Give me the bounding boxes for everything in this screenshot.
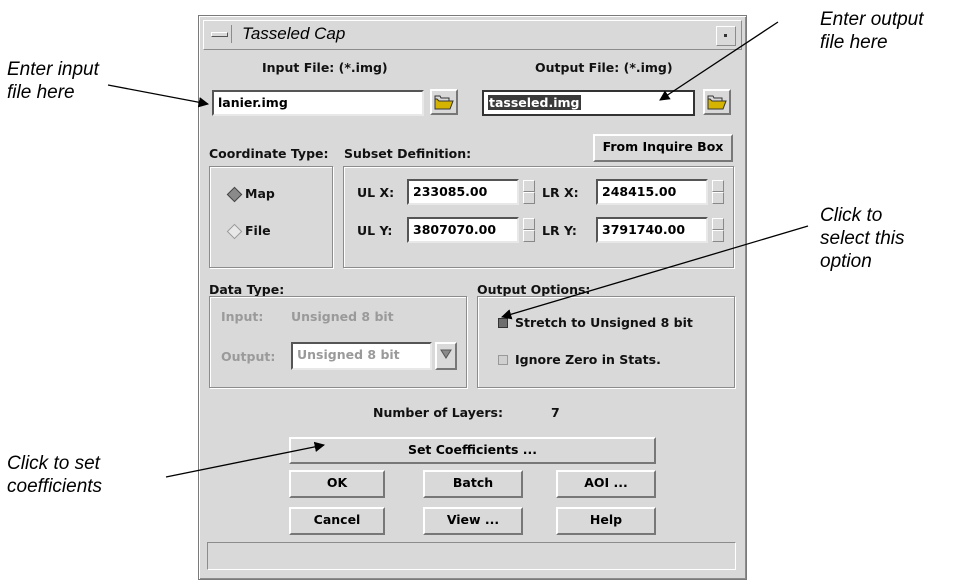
callout-arrows <box>107 21 809 478</box>
arrow-input-file <box>107 84 210 108</box>
arrow-select-option <box>501 225 809 320</box>
arrow-set-coefficients <box>165 441 326 478</box>
arrow-output-file <box>659 21 779 101</box>
